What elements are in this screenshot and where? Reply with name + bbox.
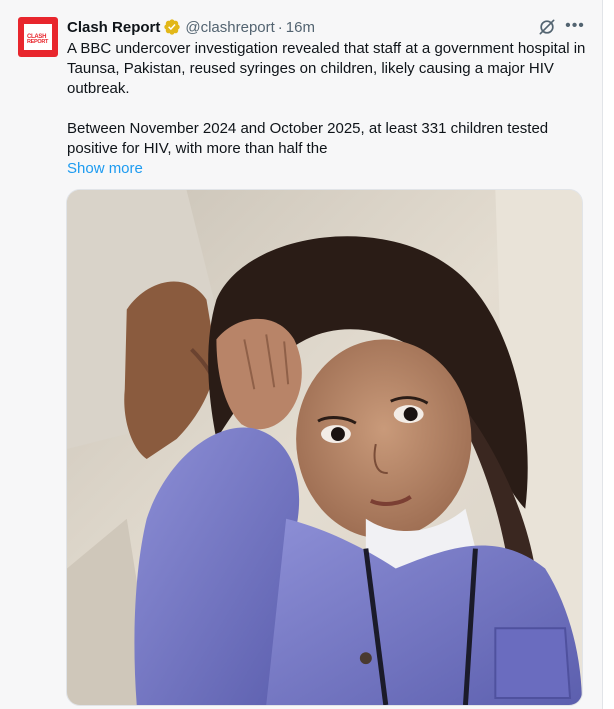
tweet-paragraph-1: A BBC undercover investigation revealed … (67, 40, 586, 97)
tweet-media-image[interactable] (66, 189, 583, 706)
avatar-logo-text-2: REPORT (27, 39, 49, 45)
author-avatar[interactable]: CLASH REPORT (18, 17, 58, 57)
header-separator: · (277, 18, 283, 36)
tweet-header: Clash Report @clashreport · 16m (67, 17, 315, 37)
author-name[interactable]: Clash Report (67, 19, 160, 36)
author-handle[interactable]: @clashreport (185, 19, 274, 36)
show-more-link[interactable]: Show more (67, 159, 143, 179)
tweet-timestamp[interactable]: 16m (286, 19, 315, 36)
grok-icon[interactable] (537, 17, 557, 37)
tweet-text: A BBC undercover investigation revealed … (67, 39, 590, 159)
tweet-card[interactable]: CLASH REPORT Clash Report @clashreport ·… (0, 0, 603, 709)
more-options-icon[interactable]: ••• (565, 16, 585, 36)
tweet-paragraph-2: Between November 2024 and October 2025, … (67, 120, 549, 157)
photo-of-child-with-adult-hand (67, 190, 582, 705)
avatar-logo: CLASH REPORT (24, 24, 52, 50)
verified-badge-icon[interactable] (163, 18, 181, 36)
